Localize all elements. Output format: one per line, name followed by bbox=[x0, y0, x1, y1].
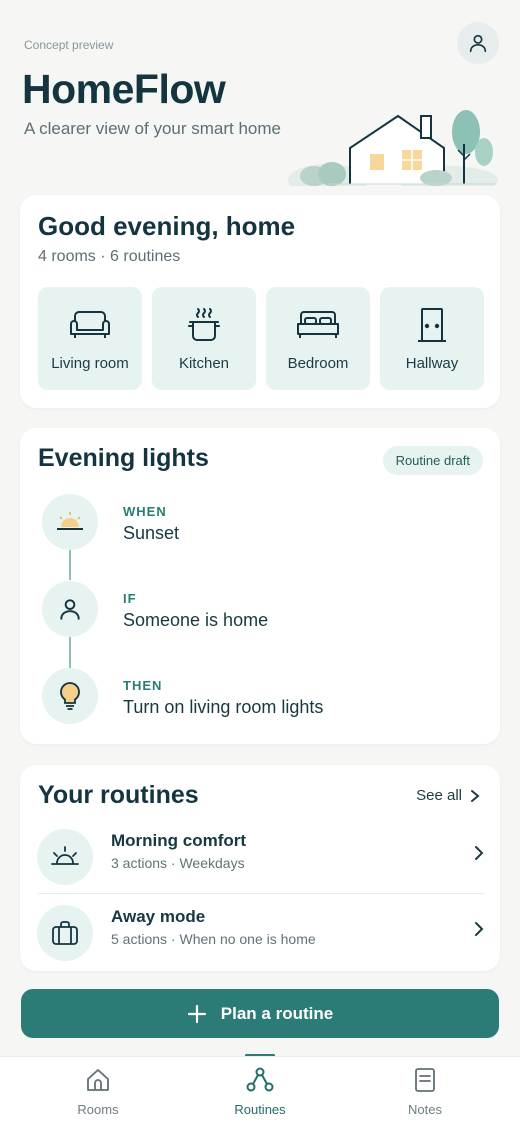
step-when-text: Sunset bbox=[123, 523, 180, 543]
house-illustration bbox=[288, 110, 498, 186]
room-list: Living room Kitchen Bedroom Hallway bbox=[38, 287, 484, 390]
lightbulb-icon bbox=[60, 682, 80, 710]
step-if-kicker: IF bbox=[123, 591, 137, 606]
bottom-tab-bar: Rooms Routines Notes bbox=[0, 1056, 520, 1128]
evening-lights-card: Evening lights Routine draft WHEN Sunset… bbox=[20, 428, 500, 744]
step-when-circle bbox=[42, 494, 98, 550]
routines-title: Your routines bbox=[38, 781, 199, 809]
see-all-link[interactable]: See all bbox=[416, 787, 480, 804]
routine-divider bbox=[38, 893, 484, 894]
house-icon bbox=[87, 1069, 109, 1091]
sunrise-icon bbox=[51, 846, 79, 865]
door-icon bbox=[418, 308, 446, 342]
room-tile-hallway[interactable]: Hallway bbox=[380, 287, 484, 390]
plan-routine-button[interactable]: Plan a routine bbox=[21, 989, 499, 1038]
step-then-kicker: THEN bbox=[123, 678, 163, 693]
step-if-text: Someone is home bbox=[123, 610, 269, 630]
tab-routines[interactable]: Routines bbox=[200, 1057, 320, 1128]
chevron-right-icon bbox=[475, 846, 484, 860]
chevron-right-icon bbox=[475, 922, 484, 936]
concept-label: Concept preview bbox=[24, 38, 114, 52]
see-all-label: See all bbox=[416, 787, 462, 804]
routine-name: Morning comfort bbox=[111, 831, 247, 850]
routine-item-away-mode[interactable]: Away mode 5 actions · When no one is hom… bbox=[36, 899, 484, 969]
suitcase-icon bbox=[52, 921, 78, 945]
tab-label: Notes bbox=[408, 1102, 442, 1117]
step-when-kicker: WHEN bbox=[123, 504, 167, 519]
pot-icon bbox=[188, 308, 220, 341]
room-tile-living-room[interactable]: Living room bbox=[38, 287, 142, 390]
your-routines-card: Your routines See all Morning comfort 3 … bbox=[20, 765, 500, 971]
room-label: Bedroom bbox=[287, 355, 349, 372]
greeting: Good evening, home bbox=[38, 211, 296, 241]
room-tile-kitchen[interactable]: Kitchen bbox=[152, 287, 256, 390]
notes-icon bbox=[415, 1068, 435, 1092]
app-subtitle: A clearer view of your smart home bbox=[24, 119, 281, 138]
plan-routine-label: Plan a routine bbox=[220, 1003, 334, 1023]
room-label: Kitchen bbox=[178, 355, 230, 372]
app-title: HomeFlow bbox=[22, 66, 226, 112]
step-connector bbox=[69, 636, 71, 668]
home-summary-card: Good evening, home 4 rooms · 6 routines … bbox=[20, 195, 500, 408]
routine-name: Away mode bbox=[111, 907, 206, 926]
sunset-icon bbox=[57, 512, 83, 530]
room-label: Hallway bbox=[405, 355, 459, 372]
sofa-icon bbox=[70, 311, 110, 338]
chevron-right-icon bbox=[471, 789, 480, 802]
tab-notes[interactable]: Notes bbox=[365, 1057, 485, 1128]
person-icon bbox=[60, 599, 80, 620]
step-connector bbox=[69, 550, 71, 580]
room-tile-bedroom[interactable]: Bedroom bbox=[266, 287, 370, 390]
step-then-circle bbox=[42, 668, 98, 724]
tab-label: Rooms bbox=[77, 1102, 119, 1117]
routine-meta: 3 actions · Weekdays bbox=[111, 855, 245, 871]
routine-graph-icon bbox=[246, 1067, 274, 1092]
routine-item-morning-comfort[interactable]: Morning comfort 3 actions · Weekdays bbox=[36, 823, 484, 893]
bed-icon bbox=[297, 311, 339, 338]
profile-button[interactable] bbox=[457, 22, 499, 64]
room-label: Living room bbox=[51, 355, 129, 372]
routine-icon-circle bbox=[37, 905, 93, 961]
person-icon bbox=[469, 34, 487, 53]
step-then-text: Turn on living room lights bbox=[123, 697, 324, 717]
routine-icon-circle bbox=[37, 829, 93, 885]
step-if-circle bbox=[42, 581, 98, 637]
routine-draft-chip[interactable]: Routine draft bbox=[382, 446, 483, 475]
routine-title: Evening lights bbox=[38, 444, 209, 472]
hero-header: Concept preview HomeFlow A clearer view … bbox=[0, 0, 520, 190]
tab-label: Routines bbox=[234, 1102, 286, 1117]
routine-meta: 5 actions · When no one is home bbox=[111, 931, 316, 947]
plus-icon bbox=[187, 1004, 206, 1023]
home-meta: 4 rooms · 6 routines bbox=[38, 248, 181, 265]
tab-rooms[interactable]: Rooms bbox=[38, 1057, 158, 1128]
